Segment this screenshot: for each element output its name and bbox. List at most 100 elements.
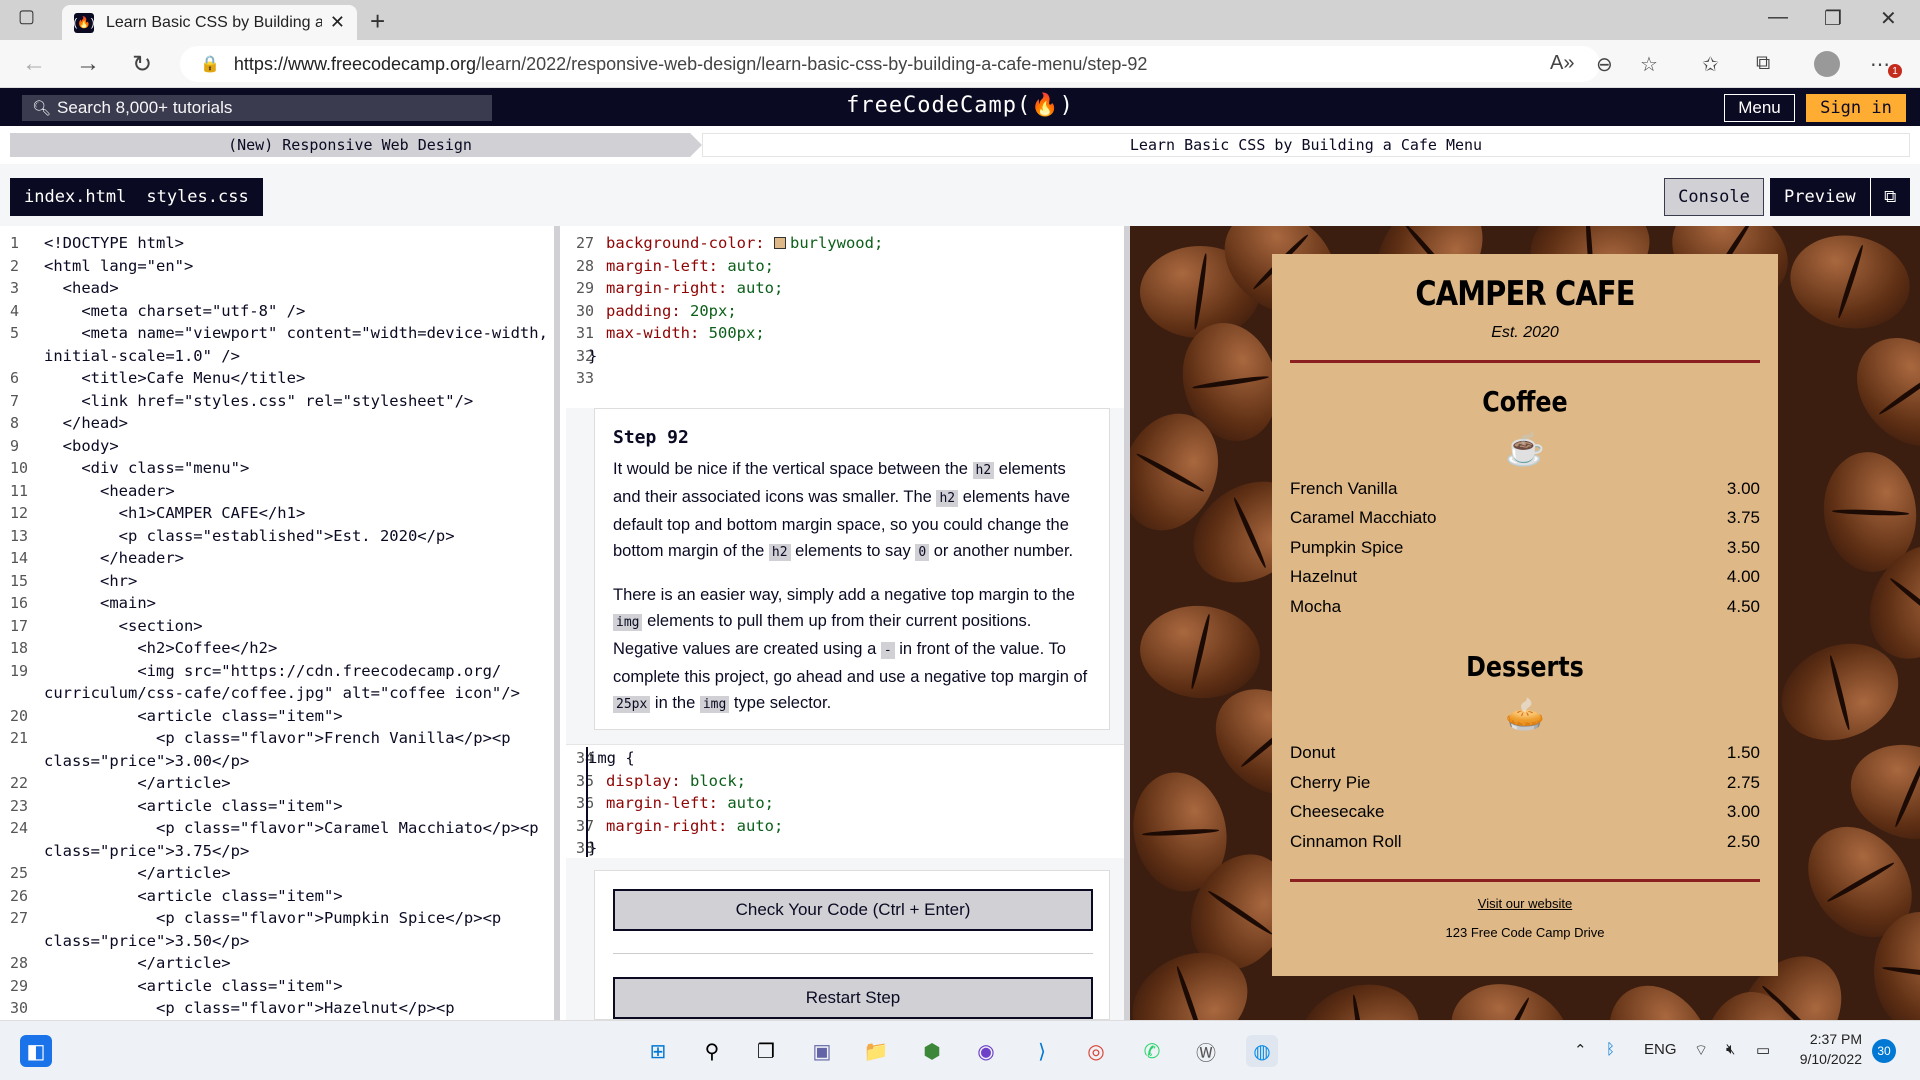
- app-w-icon[interactable]: Ⓦ: [1190, 1035, 1222, 1067]
- pie-slice-icon: 🥧: [1505, 695, 1545, 732]
- file-explorer-icon[interactable]: 📁: [860, 1035, 892, 1067]
- url-field[interactable]: 🔒 https://www.freecodecamp.org/learn/202…: [180, 46, 1600, 82]
- editor-toolbar: index.html styles.css Console Preview ⧉: [0, 164, 1920, 226]
- search-taskbar-icon[interactable]: ⚲: [696, 1035, 728, 1067]
- bluetooth-icon[interactable]: ᛒ: [1606, 1041, 1615, 1058]
- line-number: 2: [10, 256, 20, 275]
- tab-title: Learn Basic CSS by Building a Ca: [106, 13, 322, 31]
- css-code-editable[interactable]: 34img {35display: block;36margin-left: a…: [566, 744, 1124, 858]
- preview-button[interactable]: Preview ⧉: [1770, 178, 1910, 216]
- fcc-logo[interactable]: freeCodeCamp(🔥): [0, 93, 1920, 118]
- restart-step-button[interactable]: Restart Step: [613, 977, 1093, 1019]
- line-number: 29: [576, 279, 595, 297]
- task-view-icon[interactable]: ❐: [750, 1035, 782, 1067]
- profile-avatar[interactable]: [1814, 51, 1840, 77]
- code-line: </head>: [44, 414, 128, 432]
- menu-item: Caramel Macchiato 3.75: [1290, 504, 1760, 534]
- code-line: <meta name="viewport" content="width=dev…: [44, 324, 548, 342]
- code-line: <article class="item">: [44, 886, 343, 905]
- menu-button[interactable]: Menu: [1724, 94, 1795, 122]
- favorite-add-icon[interactable]: ☆: [1640, 52, 1658, 77]
- widgets-icon[interactable]: ◧: [20, 1035, 52, 1067]
- clock-time[interactable]: 2:37 PM: [1806, 1031, 1862, 1047]
- css-editor[interactable]: 27 background-color: burlywood; 28 margin-l…: [566, 226, 1130, 1020]
- line-number: 22: [10, 774, 29, 792]
- close-window-icon[interactable]: ✕: [1880, 6, 1897, 31]
- start-icon[interactable]: ⊞: [642, 1035, 674, 1067]
- css-property: margin-right:: [606, 279, 728, 297]
- tab-actions-icon[interactable]: ▢: [18, 6, 35, 27]
- vscode-icon[interactable]: ⟩: [1026, 1035, 1058, 1067]
- console-button[interactable]: Console: [1664, 178, 1764, 216]
- inline-code: 0: [915, 544, 930, 561]
- more-options-icon[interactable]: ⋯: [1870, 52, 1890, 77]
- notification-center-badge[interactable]: 30: [1872, 1039, 1896, 1063]
- favorites-icon[interactable]: ✩: [1702, 52, 1719, 77]
- code-line: <main>: [44, 594, 156, 612]
- line-number: 30: [576, 301, 595, 320]
- cafe-menu: CAMPER CAFE Est. 2020 Coffee ☕ French Vani…: [1272, 254, 1778, 976]
- check-code-button[interactable]: Check Your Code (Ctrl + Enter): [613, 889, 1093, 931]
- breadcrumb-project[interactable]: Learn Basic CSS by Building a Cafe Menu: [702, 133, 1910, 157]
- code-line: <head>: [44, 279, 119, 297]
- lock-icon[interactable]: 🔒: [200, 54, 220, 74]
- sign-in-button[interactable]: Sign in: [1806, 94, 1906, 122]
- html-editor[interactable]: 1 <!DOCTYPE html> 2 <html lang="en"> 3 <head…: [0, 226, 560, 1020]
- node-icon[interactable]: ⬢: [916, 1035, 948, 1067]
- close-tab-icon[interactable]: ✕: [330, 12, 345, 33]
- edge-icon[interactable]: ◍: [1246, 1035, 1278, 1067]
- code-line: curriculum/css-cafe/coffee.jpg" alt="cof…: [44, 684, 520, 702]
- css-line: display: block;: [606, 772, 746, 790]
- inline-code: img: [613, 614, 643, 631]
- minimize-icon[interactable]: —: [1768, 6, 1788, 29]
- line-number: 3: [10, 279, 20, 297]
- battery-icon[interactable]: ▭: [1756, 1041, 1770, 1059]
- line-number: 9: [10, 436, 20, 455]
- github-icon[interactable]: ◉: [970, 1035, 1002, 1067]
- css-line: margin-left: auto;: [606, 794, 774, 812]
- chrome-icon[interactable]: ◎: [1080, 1035, 1112, 1067]
- color-swatch[interactable]: [773, 237, 786, 249]
- preview-label: Preview: [1784, 187, 1856, 207]
- collections-icon[interactable]: ⧉: [1756, 52, 1770, 75]
- wifi-icon[interactable]: ⌔: [1694, 1041, 1708, 1060]
- css-code-top[interactable]: 27 background-color: burlywood; 28 margin-l…: [566, 226, 1124, 408]
- read-aloud-icon[interactable]: A»: [1550, 52, 1574, 75]
- css-value: auto;: [736, 816, 784, 835]
- show-hidden-icon[interactable]: ⌃: [1574, 1041, 1587, 1059]
- breadcrumb-certification[interactable]: (New) Responsive Web Design: [10, 133, 702, 157]
- tab-styles-css[interactable]: styles.css: [136, 187, 258, 207]
- line-number: 5: [10, 324, 20, 342]
- css-line: max-width: 500px;: [606, 324, 765, 342]
- step-paragraph-1: It would be nice if the vertical space b…: [613, 460, 1074, 561]
- refresh-icon[interactable]: ↻: [132, 50, 152, 79]
- code-line: <body>: [44, 436, 119, 455]
- zoom-icon[interactable]: ⊖: [1596, 52, 1613, 77]
- item-price: 1.50: [1726, 743, 1760, 763]
- css-property: margin-left:: [606, 256, 718, 275]
- language-indicator[interactable]: ENG: [1644, 1041, 1677, 1058]
- back-icon[interactable]: ←: [22, 50, 46, 78]
- line-number: 21: [10, 729, 29, 747]
- whatsapp-icon[interactable]: ✆: [1136, 1035, 1168, 1067]
- menu-item: Donut 1.50: [1290, 739, 1760, 769]
- external-link-icon[interactable]: ⧉: [1869, 178, 1910, 216]
- item-flavor: Hazelnut: [1290, 567, 1358, 587]
- code-line: <img src="https://cdn.freecodecamp.org/: [44, 661, 502, 680]
- new-tab-icon[interactable]: +: [370, 6, 385, 37]
- item-flavor: Caramel Macchiato: [1290, 508, 1437, 528]
- line-number: 16: [10, 594, 29, 612]
- forward-icon[interactable]: →: [76, 50, 100, 78]
- item-flavor: Donut: [1290, 743, 1336, 763]
- website-link[interactable]: Visit our website: [1290, 896, 1760, 911]
- code-line: <title>Cafe Menu</title>: [44, 369, 306, 387]
- inline-code: 25px: [613, 696, 651, 713]
- restore-icon[interactable]: ❐: [1824, 6, 1842, 31]
- browser-tab[interactable]: (🔥) Learn Basic CSS by Building a Ca ✕: [62, 5, 357, 40]
- clock-date[interactable]: 9/10/2022: [1794, 1051, 1862, 1067]
- tab-index-html[interactable]: index.html: [14, 187, 136, 207]
- volume-icon[interactable]: 🔇︎: [1726, 1041, 1735, 1058]
- teams-icon[interactable]: ▣: [806, 1035, 838, 1067]
- menu-divider: [1290, 360, 1760, 363]
- line-number: 14: [10, 549, 29, 567]
